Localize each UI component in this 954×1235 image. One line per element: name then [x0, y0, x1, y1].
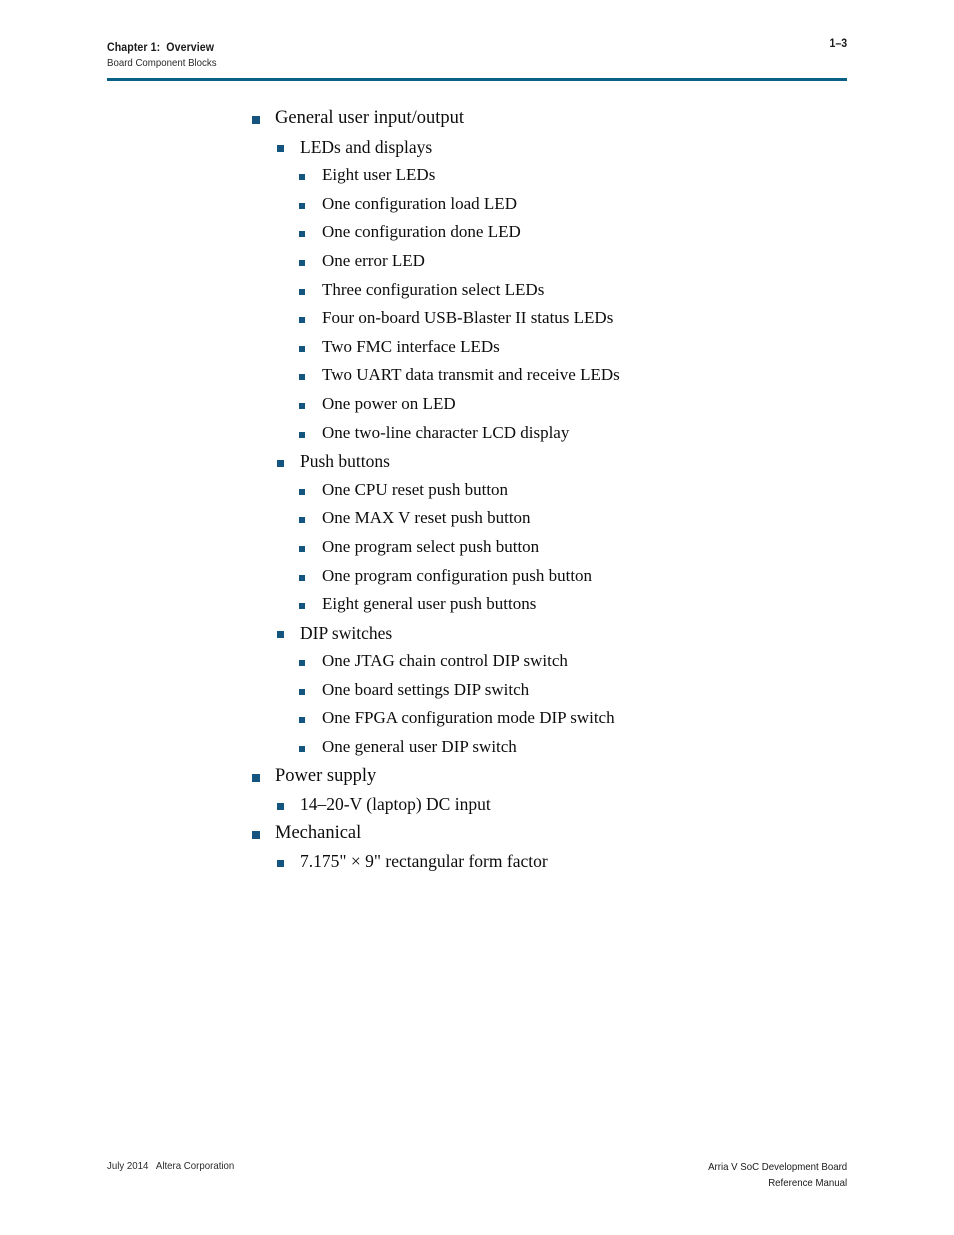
bullet-square-icon: [299, 688, 305, 695]
list-item-label: Mechanical: [275, 822, 362, 843]
list-item-label: One power on LED: [322, 393, 456, 413]
list-item: One error LED: [0, 247, 954, 276]
list-item-label: One configuration done LED: [322, 222, 521, 242]
list-item: Power supply: [0, 762, 954, 791]
list-item-label: One program select push button: [322, 536, 540, 556]
list-item: One JTAG chain control DIP switch: [0, 647, 954, 676]
footer-left-text: July 2014 Altera Corporation: [107, 1160, 235, 1172]
list-item-label: One CPU reset push button: [322, 479, 509, 499]
bullet-square-icon: [299, 517, 305, 524]
list-item-label: Three configuration select LEDs: [322, 279, 545, 299]
bullet-square-icon: [277, 145, 284, 153]
bullet-square-icon: [299, 174, 305, 181]
footer-document-subtitle: Reference Manual: [768, 1176, 847, 1189]
list-item: One FPGA configuration mode DIP switch: [0, 704, 954, 733]
list-item-label: One configuration load LED: [322, 193, 517, 213]
bullet-square-icon: [299, 317, 305, 324]
bullet-square-icon: [299, 574, 305, 581]
list-item: LEDs and displays: [0, 133, 954, 162]
bullet-list: General user input/output LEDs and displa…: [0, 104, 954, 876]
footer-document-title: Arria V SoC Development Board: [707, 1161, 847, 1173]
bullet-square-icon: [252, 830, 260, 839]
bullet-square-icon: [277, 459, 284, 467]
bullet-square-icon: [252, 773, 260, 782]
list-item: One program configuration push button: [0, 562, 954, 591]
list-item: 14–20-V (laptop) DC input: [0, 790, 954, 819]
bullet-square-icon: [299, 717, 305, 724]
list-item-label: One program configuration push button: [322, 565, 593, 585]
document-page: Chapter 1: Overview 1–3 Board Component …: [0, 0, 954, 1235]
list-item-label: 14–20-V (laptop) DC input: [300, 794, 491, 815]
footer-right-text: Arria V SoC Development Board Reference …: [708, 1160, 847, 1191]
list-item: General user input/output: [0, 104, 954, 133]
list-item-label: One two-line character LCD display: [322, 422, 570, 442]
list-item-label: General user input/output: [275, 108, 465, 128]
bullet-square-icon: [299, 545, 305, 552]
list-item-label: One MAX V reset push button: [322, 508, 531, 528]
bullet-square-icon: [299, 345, 305, 352]
list-item-label: 7.175" × 9" rectangular form factor: [300, 851, 548, 872]
list-item-label: One FPGA configuration mode DIP switch: [322, 708, 615, 728]
header-subtitle: Board Component Blocks: [107, 57, 217, 69]
list-item: One MAX V reset push button: [0, 504, 954, 533]
bullet-square-icon: [277, 631, 284, 639]
page-number: 1–3: [829, 38, 847, 50]
bullet-square-icon: [299, 603, 305, 610]
list-item: Three configuration select LEDs: [0, 276, 954, 305]
list-item-label: One error LED: [322, 250, 425, 270]
bullet-square-icon: [299, 259, 305, 266]
list-item-label: Two UART data transmit and receive LEDs: [322, 365, 620, 385]
list-item-label: One JTAG chain control DIP switch: [322, 651, 568, 671]
header-top-row: Chapter 1: Overview 1–3: [107, 38, 847, 54]
bullet-square-icon: [299, 431, 305, 438]
list-item: 7.175" × 9" rectangular form factor: [0, 847, 954, 876]
list-item-label: Four on-board USB-Blaster II status LEDs: [322, 308, 614, 328]
list-item-label: Power supply: [275, 765, 377, 786]
list-item-label: Eight user LEDs: [322, 165, 436, 185]
list-item: Mechanical: [0, 819, 954, 848]
list-item: Two FMC interface LEDs: [0, 333, 954, 362]
list-item-label: DIP switches: [300, 622, 393, 643]
list-item: Push buttons: [0, 447, 954, 476]
list-item: One power on LED: [0, 390, 954, 419]
list-item: One program select push button: [0, 533, 954, 562]
list-item-label: LEDs and displays: [300, 136, 433, 157]
list-item-label: Two FMC interface LEDs: [322, 336, 500, 356]
chapter-title: Chapter 1: Overview: [107, 42, 215, 54]
list-item: One CPU reset push button: [0, 476, 954, 505]
list-item: One configuration load LED: [0, 190, 954, 219]
list-item: Eight user LEDs: [0, 161, 954, 190]
list-item-label: One board settings DIP switch: [322, 679, 530, 699]
list-item: One two-line character LCD display: [0, 419, 954, 448]
bullet-square-icon: [277, 802, 284, 810]
list-item-label: Eight general user push buttons: [322, 594, 537, 614]
list-item: DIP switches: [0, 619, 954, 648]
list-item: Two UART data transmit and receive LEDs: [0, 361, 954, 390]
list-item: Four on-board USB-Blaster II status LEDs: [0, 304, 954, 333]
bullet-square-icon: [299, 660, 305, 667]
list-item: One board settings DIP switch: [0, 676, 954, 705]
bullet-square-icon: [299, 231, 305, 238]
list-item: One configuration done LED: [0, 218, 954, 247]
bullet-square-icon: [299, 202, 305, 209]
header-rule: [107, 78, 847, 81]
bullet-square-icon: [299, 488, 305, 495]
bullet-square-icon: [299, 746, 305, 753]
bullet-square-icon: [299, 374, 305, 381]
page-header: Chapter 1: Overview 1–3 Board Component …: [107, 38, 847, 71]
list-item: Eight general user push buttons: [0, 590, 954, 619]
list-item: One general user DIP switch: [0, 733, 954, 762]
bullet-square-icon: [299, 402, 305, 409]
bullet-square-icon: [299, 288, 305, 295]
list-item-label: Push buttons: [300, 451, 390, 472]
list-item-label: One general user DIP switch: [322, 737, 517, 757]
bullet-square-icon: [277, 859, 284, 867]
bullet-square-icon: [252, 116, 260, 124]
